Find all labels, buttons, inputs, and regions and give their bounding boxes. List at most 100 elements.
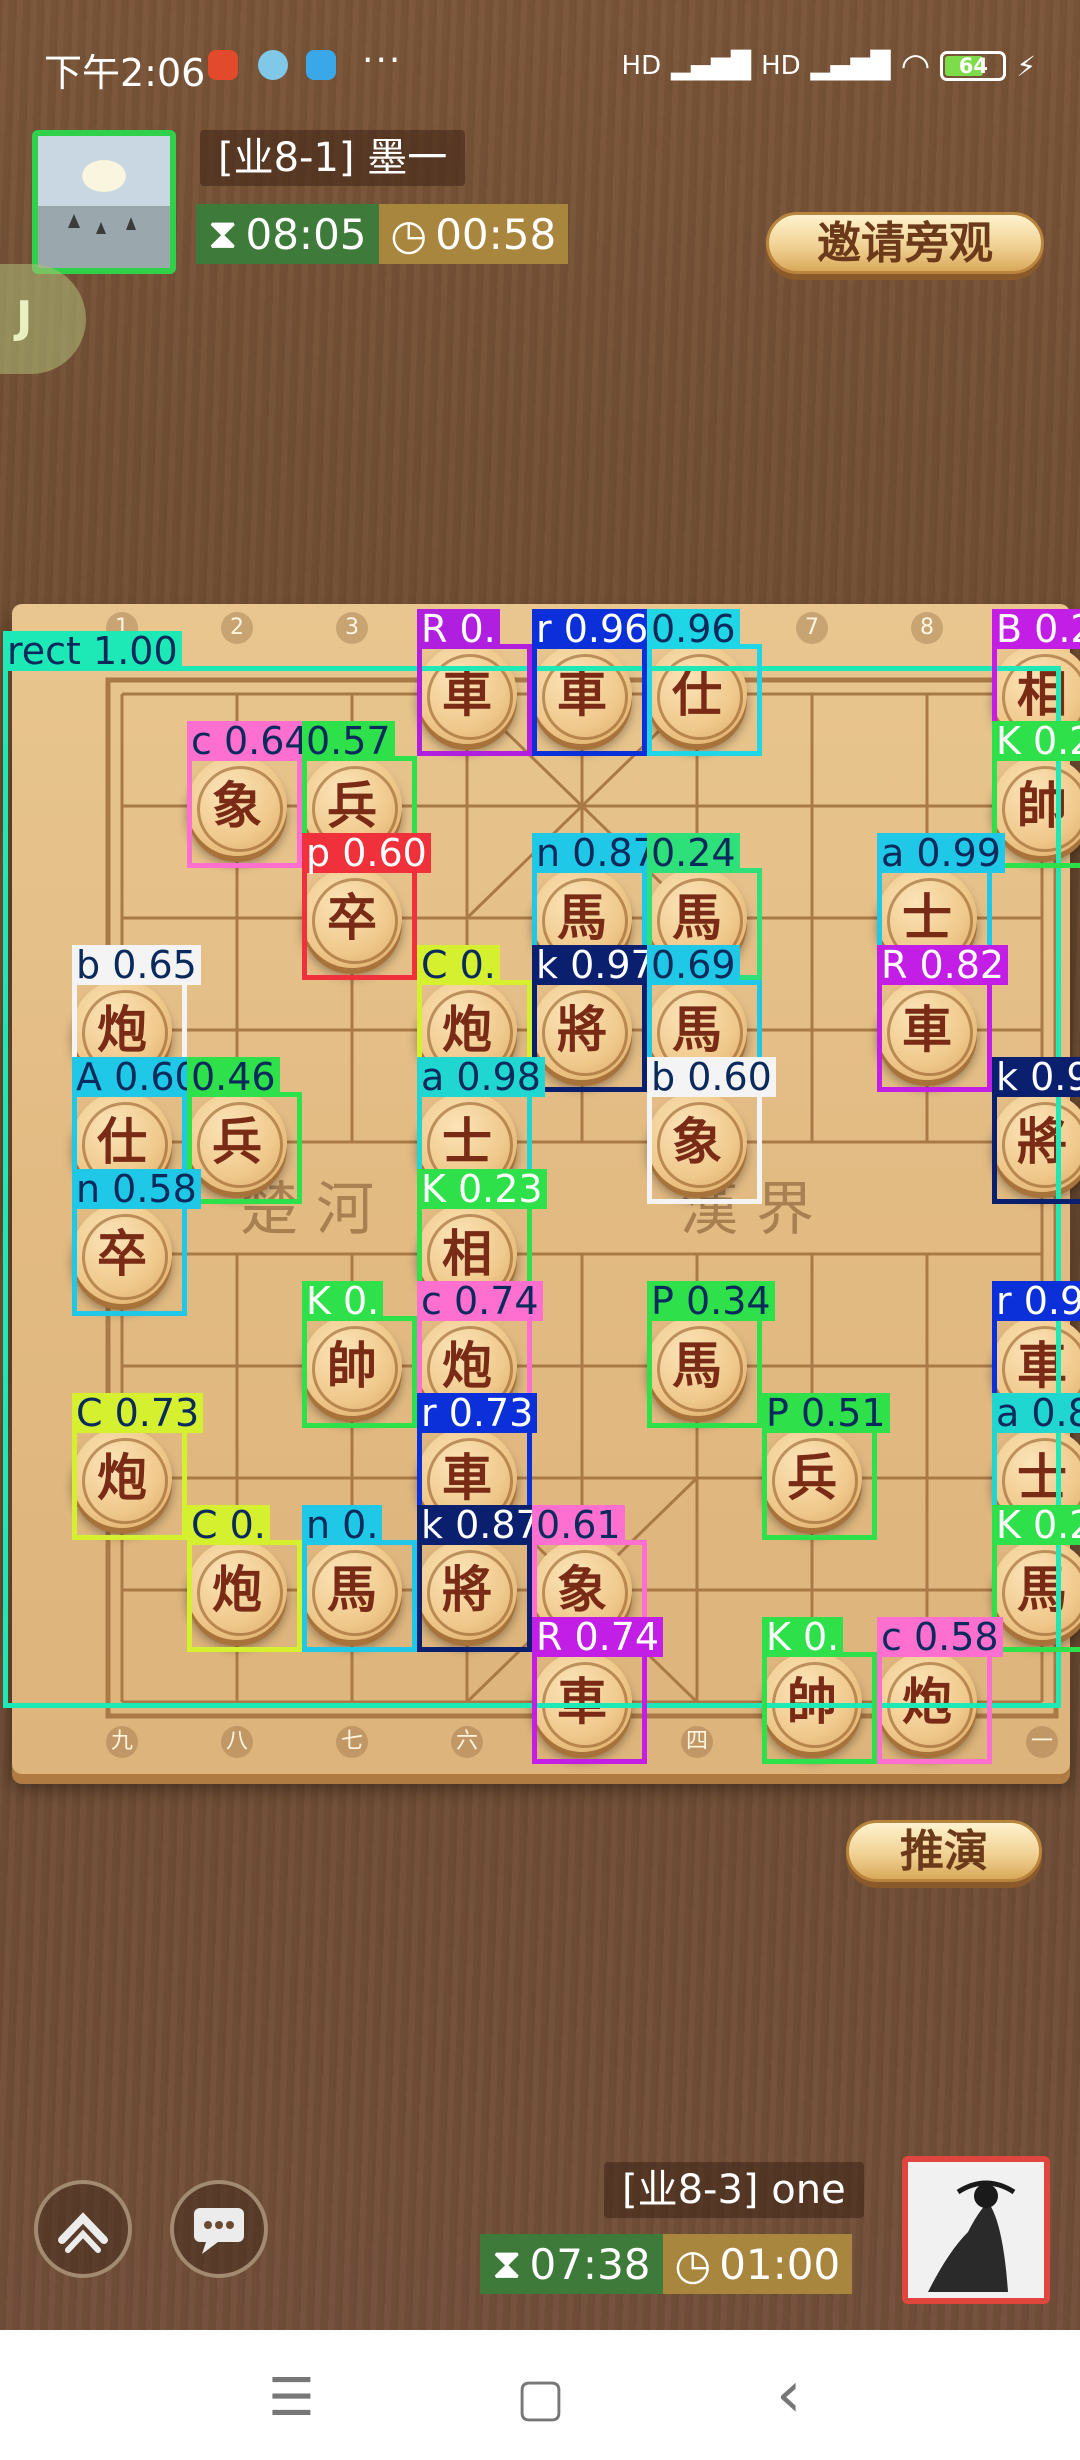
back-icon[interactable]: ‹ — [776, 2358, 802, 2432]
detection-box: n 0. — [302, 1505, 417, 1652]
detection-box: K 0. — [302, 1281, 417, 1428]
column-number-top: 2 — [221, 612, 253, 644]
hourglass-icon: ⧗ — [492, 2239, 522, 2288]
avatar-image — [38, 136, 170, 268]
detection-label: 0.46 — [187, 1057, 280, 1097]
opponent-timers: ⧗ 08:05 ◷ 00:58 — [196, 204, 569, 264]
detection-label: n 0. — [302, 1505, 383, 1545]
clock-icon: ◷ — [674, 2239, 712, 2289]
invite-spectators-button[interactable]: 邀请旁观 — [766, 212, 1044, 274]
detection-label: a 0.99 — [877, 833, 1005, 873]
detection-label: r 0.73 — [417, 1393, 538, 1433]
chat-button[interactable] — [170, 2180, 268, 2278]
menu-round-button[interactable] — [34, 2180, 132, 2278]
detection-label: n 0.87 — [532, 833, 661, 873]
detection-box: k 0.95 — [992, 1057, 1080, 1204]
detection-label: 0.96 — [647, 609, 740, 649]
detection-label: K 0.27 — [992, 1505, 1080, 1545]
home-icon[interactable]: ▢ — [516, 2368, 565, 2428]
detection-label: a 0.98 — [417, 1057, 545, 1097]
battery-level: 64 — [958, 54, 988, 78]
chevron-up-icon — [58, 2212, 108, 2253]
detection-box: K 0. — [762, 1617, 877, 1764]
detection-label: r 0.93 — [992, 1281, 1080, 1321]
player-timers: ⧗ 07:38 ◷ 01:00 — [480, 2234, 853, 2294]
opponent-avatar[interactable] — [32, 130, 176, 274]
detection-label: k 0.97 — [532, 945, 659, 985]
detection-label: c 0.64 — [187, 721, 313, 761]
detection-label: K 0.23 — [417, 1169, 547, 1209]
detection-label: 0.69 — [647, 945, 740, 985]
detection-box: R 0.82 — [877, 945, 1009, 1092]
more-notifications-icon: ··· — [362, 40, 403, 81]
deduce-button[interactable]: 推演 — [846, 1820, 1042, 1882]
detection-box: c 0.64 — [187, 721, 313, 868]
signal-icon: ▂▄▆█ — [671, 51, 752, 81]
detection-label: R 0. — [417, 609, 500, 649]
detection-box: P 0.51 — [762, 1393, 890, 1540]
opponent-step-timer: ◷ 00:58 — [378, 204, 569, 264]
status-time: 下午2:06 — [44, 51, 206, 95]
detection-box: C 0.73 — [72, 1393, 204, 1540]
column-number-top: 3 — [336, 612, 368, 644]
detection-label: k 0.87 — [417, 1505, 544, 1545]
signal-icon: ▂▄▆█ — [810, 51, 891, 81]
detection-box: K 0.28 — [992, 721, 1080, 868]
player-step-time: 01:00 — [719, 2239, 841, 2289]
detection-label: 0.61 — [532, 1505, 625, 1545]
column-number-bottom: 九 — [106, 1726, 138, 1758]
detection-box: n 0.58 — [72, 1169, 201, 1316]
detection-box: p 0.60 — [302, 833, 431, 980]
detection-label: p 0.60 — [302, 833, 431, 873]
player-step-timer: ◷ 01:00 — [662, 2234, 853, 2294]
status-indicators: HD ▂▄▆█ HD ▂▄▆█ ◠ 64 ⚡ — [622, 46, 1036, 86]
detection-label: C 0. — [187, 1505, 270, 1545]
signal-hd-label: HD — [761, 51, 801, 81]
detection-label: a 0.88 — [992, 1393, 1080, 1433]
detection-label: 0.24 — [647, 833, 740, 873]
detection-box: 0.46 — [187, 1057, 302, 1204]
clock-icon: ◷ — [390, 209, 428, 259]
player-total-time: 07:38 — [529, 2239, 651, 2289]
detection-label: P 0.51 — [762, 1393, 890, 1433]
chat-icon — [194, 2208, 244, 2254]
floating-assistant-icon[interactable]: J — [0, 264, 86, 374]
detection-label: k 0.95 — [992, 1057, 1080, 1097]
player-avatar[interactable] — [902, 2156, 1050, 2304]
detection-box: K 0.27 — [992, 1505, 1080, 1652]
detection-box: R 0.74 — [532, 1617, 664, 1764]
detection-box: P 0.34 — [647, 1281, 775, 1428]
detection-box: k 0.87 — [417, 1505, 544, 1652]
detection-label: r 0.96 — [532, 609, 653, 649]
opponent-total-time: 08:05 — [245, 209, 367, 259]
detection-label: c 0.74 — [417, 1281, 543, 1321]
app-notification-icon — [306, 50, 336, 80]
detection-label: n 0.58 — [72, 1169, 201, 1209]
opponent-name: [业8-1] 墨一 — [200, 130, 466, 186]
chess-board[interactable]: 123456789 九八七六五四三二一 楚河 漢界 車車仕相象兵帥卒馬馬士炮炮將… — [3, 604, 1080, 1774]
detection-label: B 0.28 — [992, 609, 1080, 649]
detection-label: b 0.60 — [647, 1057, 776, 1097]
detection-label: A 0.60 — [72, 1057, 203, 1097]
detection-box: c 0.58 — [877, 1617, 1003, 1764]
avatar-image — [908, 2162, 1044, 2298]
detection-label: K 0. — [762, 1617, 844, 1657]
wifi-icon: ◠ — [900, 46, 931, 86]
detection-box: 0.96 — [647, 609, 762, 756]
detection-label: C 0.73 — [72, 1393, 204, 1433]
detection-label: K 0.28 — [992, 721, 1080, 761]
detection-box: C 0. — [187, 1505, 302, 1652]
player-name: [业8-3] one — [604, 2162, 864, 2218]
column-number-bottom: 四 — [681, 1726, 713, 1758]
signal-hd-label: HD — [621, 51, 662, 81]
menu-icon[interactable]: ☰ — [268, 2368, 315, 2428]
detection-box: R 0. — [417, 609, 532, 756]
detection-label: b 0.65 — [72, 945, 201, 985]
detection-label: C 0. — [417, 945, 500, 985]
column-number-top: 7 — [796, 612, 828, 644]
player-total-timer: ⧗ 07:38 — [480, 2234, 663, 2294]
detection-label: R 0.82 — [877, 945, 1009, 985]
detection-label: c 0.58 — [877, 1617, 1003, 1657]
app-notification-icon — [208, 50, 238, 80]
detection-label: R 0.74 — [532, 1617, 664, 1657]
